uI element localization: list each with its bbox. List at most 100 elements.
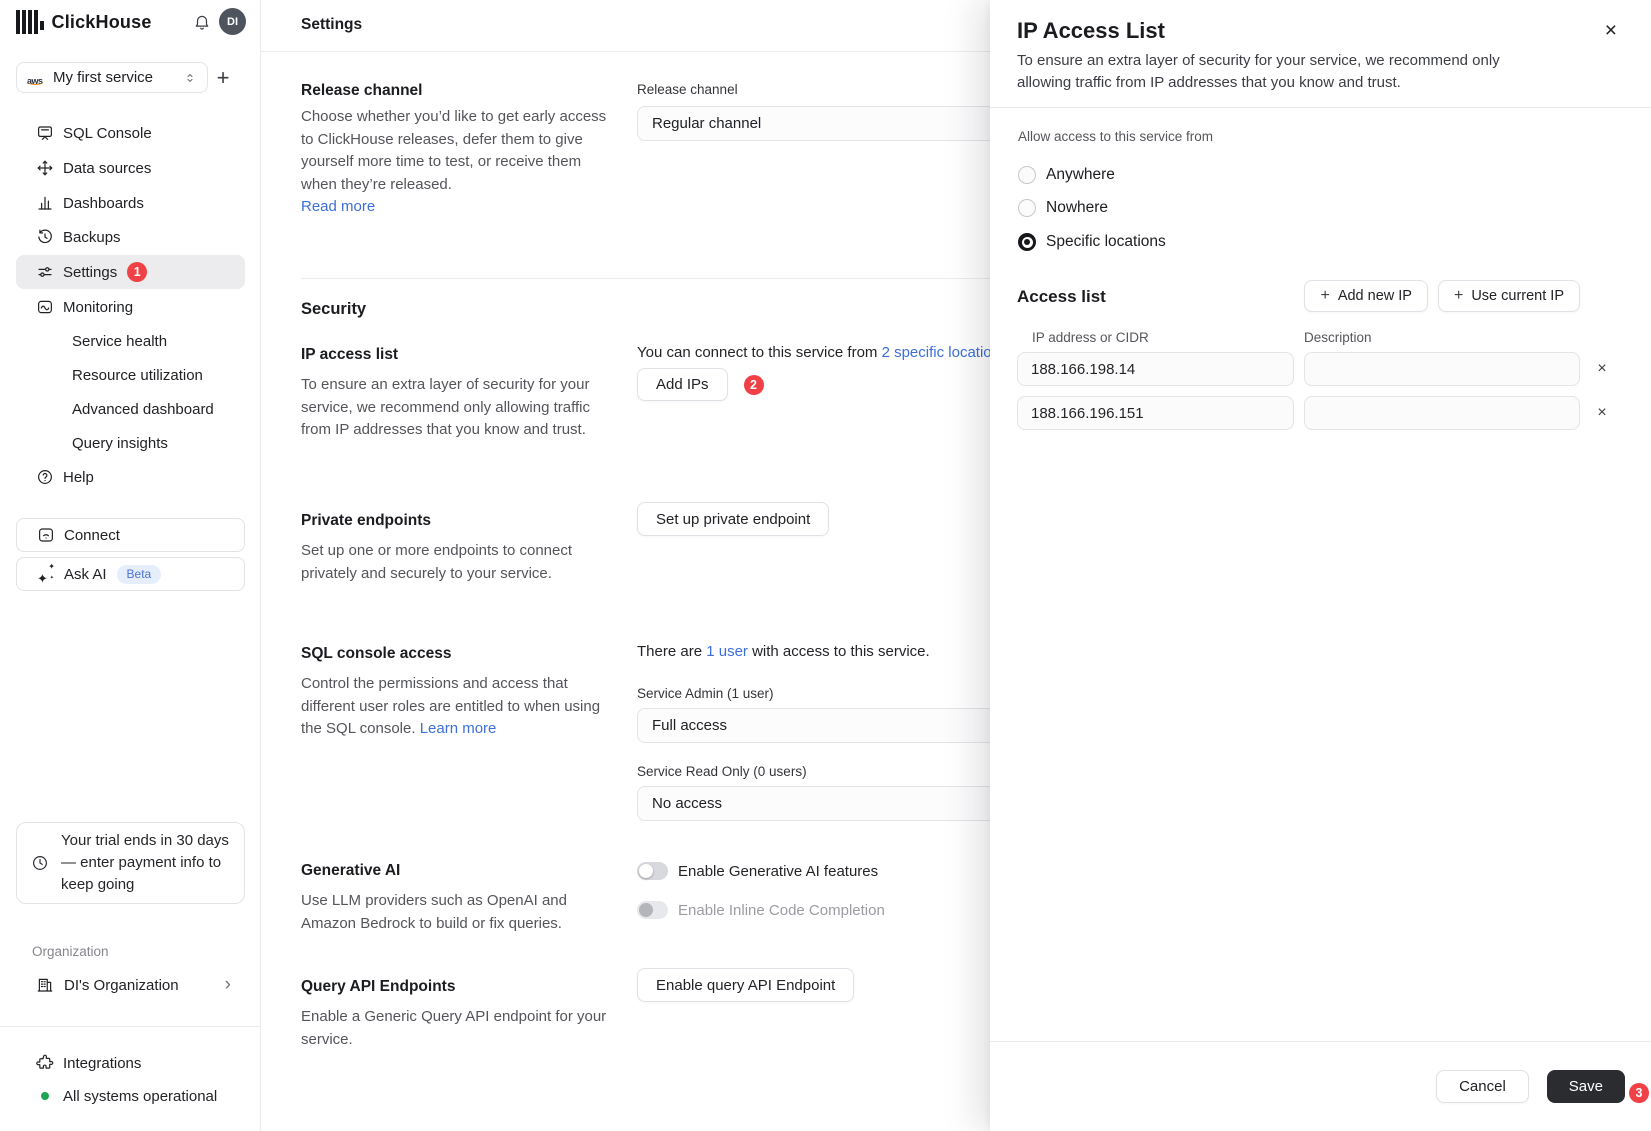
ip-access-step-badge: 2 (744, 375, 764, 395)
radio-specific-locations-label: Specific locations (1046, 233, 1166, 251)
ip-access-status: You can connect to this service from 2 s… (637, 344, 1007, 361)
user-avatar[interactable]: DI (219, 8, 246, 35)
settings-sliders-icon (36, 263, 54, 281)
ip-address-input[interactable] (1017, 352, 1294, 386)
sidebar-item-label: Dashboards (63, 195, 144, 212)
sidebar-item-dashboards[interactable]: Dashboards (16, 186, 245, 220)
close-icon[interactable]: × (1605, 20, 1617, 41)
sidebar-item-monitoring[interactable]: Monitoring (16, 290, 245, 324)
trial-notice-text: Your trial ends in 30 days — enter payme… (61, 830, 232, 896)
panel-divider (990, 107, 1651, 108)
sidebar-item-label: Settings (63, 264, 117, 281)
add-service-button[interactable]: + (208, 64, 238, 92)
sidebar-item-service-health[interactable]: Service health (16, 324, 245, 358)
service-admin-select-value: Full access (652, 717, 727, 734)
setup-private-endpoint-button[interactable]: Set up private endpoint (637, 502, 829, 536)
ip-description-input[interactable] (1304, 396, 1580, 430)
ask-ai-label: Ask AI (64, 566, 107, 583)
cancel-button[interactable]: Cancel (1436, 1070, 1529, 1103)
generative-ai-toggle[interactable] (637, 862, 668, 880)
chevron-right-icon: › (225, 974, 231, 996)
integrations-link[interactable]: Integrations (16, 1046, 245, 1080)
use-current-ip-button[interactable]: + Use current IP (1438, 280, 1580, 312)
sidebar-item-label: Data sources (63, 160, 151, 177)
release-channel-field-label: Release channel (637, 82, 738, 97)
monitoring-icon (36, 298, 54, 316)
backups-history-icon (36, 228, 54, 246)
read-more-link[interactable]: Read more (301, 198, 375, 215)
organization-row[interactable]: DI's Organization › (16, 968, 245, 1002)
radio-nowhere-icon[interactable] (1018, 199, 1036, 217)
ip-address-input[interactable] (1017, 396, 1294, 430)
learn-more-link[interactable]: Learn more (420, 720, 497, 737)
sidebar-item-data-sources[interactable]: Data sources (16, 151, 245, 185)
plus-icon: + (1320, 287, 1329, 305)
ip-access-list-heading: IP access list (301, 346, 398, 364)
service-admin-select[interactable]: Full access (637, 708, 1027, 743)
service-readonly-select[interactable]: No access (637, 786, 1027, 821)
connect-icon (37, 526, 55, 544)
radio-specific-locations-icon[interactable] (1018, 233, 1036, 251)
specific-locations-link[interactable]: 2 specific locations (882, 344, 1008, 361)
ask-ai-button[interactable]: ✦ ✦ ✦ Ask AI Beta (16, 557, 245, 591)
generative-ai-toggle-label: Enable Generative AI features (678, 863, 878, 880)
sidebar-item-query-insights[interactable]: Query insights (16, 426, 245, 460)
radio-nowhere-label: Nowhere (1046, 199, 1108, 217)
sidebar-item-backups[interactable]: Backups (16, 220, 245, 254)
sidebar-item-sql-console[interactable]: SQL Console (16, 116, 245, 150)
panel-description: To ensure an extra layer of security for… (1017, 50, 1552, 93)
sidebar-divider (0, 1026, 260, 1027)
sidebar-item-help[interactable]: Help (16, 460, 245, 494)
add-ips-button[interactable]: Add IPs (637, 368, 728, 401)
release-channel-select-value: Regular channel (652, 115, 761, 132)
sidebar-item-resource-utilization[interactable]: Resource utilization (16, 358, 245, 392)
save-button[interactable]: Save (1547, 1070, 1625, 1103)
radio-nowhere[interactable]: Nowhere (1018, 199, 1108, 217)
query-api-description: Enable a Generic Query API endpoint for … (301, 1006, 611, 1051)
clock-icon (31, 854, 49, 872)
sql-console-icon (36, 124, 54, 142)
enable-query-api-button[interactable]: Enable query API Endpoint (637, 968, 854, 1002)
chevron-updown-icon (183, 71, 197, 85)
help-icon (36, 468, 54, 486)
inline-code-completion-label: Enable Inline Code Completion (678, 902, 885, 919)
allow-access-label: Allow access to this service from (1018, 129, 1213, 144)
sidebar-header: ClickHouse DI (0, 0, 260, 44)
radio-anywhere[interactable]: Anywhere (1018, 166, 1115, 184)
release-channel-select[interactable]: Regular channel (637, 106, 1027, 141)
service-selector[interactable]: aws My first service (16, 62, 208, 93)
add-new-ip-button[interactable]: + Add new IP (1304, 280, 1428, 312)
one-user-link[interactable]: 1 user (706, 643, 748, 660)
radio-specific-locations[interactable]: Specific locations (1018, 233, 1166, 251)
sidebar-item-advanced-dashboard[interactable]: Advanced dashboard (16, 392, 245, 426)
sql-console-access-heading: SQL console access (301, 645, 452, 663)
remove-ip-icon[interactable]: × (1594, 360, 1610, 378)
radio-anywhere-icon[interactable] (1018, 166, 1036, 184)
clickhouse-logo-icon (16, 9, 44, 35)
sidebar-item-settings[interactable]: Settings 1 (16, 255, 245, 289)
security-heading: Security (301, 300, 366, 319)
access-list-heading: Access list (1017, 287, 1106, 307)
service-selector-value: My first service (53, 69, 175, 86)
beta-badge: Beta (117, 565, 162, 584)
connect-button[interactable]: Connect (16, 518, 245, 552)
use-current-ip-label: Use current IP (1471, 288, 1564, 304)
description-column-header: Description (1304, 330, 1372, 345)
ip-access-list-panel: IP Access List × To ensure an extra laye… (990, 0, 1651, 1131)
private-endpoints-heading: Private endpoints (301, 512, 431, 530)
generative-ai-description: Use LLM providers such as OpenAI and Ama… (301, 890, 611, 935)
genai-toggle-row: Enable Generative AI features (637, 862, 878, 880)
private-endpoints-description: Set up one or more endpoints to connect … (301, 540, 611, 585)
notifications-bell-icon[interactable] (193, 13, 211, 31)
radio-anywhere-label: Anywhere (1046, 166, 1115, 184)
ip-column-header: IP address or CIDR (1032, 330, 1149, 345)
system-status-label: All systems operational (63, 1088, 217, 1105)
settings-notification-badge: 1 (127, 262, 147, 282)
sidebar-item-label: Backups (63, 229, 121, 246)
inline-code-completion-toggle[interactable] (637, 901, 668, 919)
remove-ip-icon[interactable]: × (1594, 404, 1610, 422)
organization-name: DI's Organization (64, 977, 225, 994)
ip-description-input[interactable] (1304, 352, 1580, 386)
dashboards-icon (36, 194, 54, 212)
system-status-row[interactable]: All systems operational (16, 1079, 245, 1113)
